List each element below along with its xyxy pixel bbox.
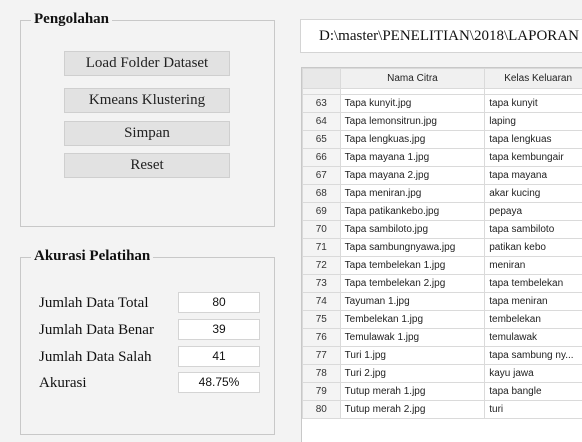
- jumlah-data-salah-label: Jumlah Data Salah: [39, 348, 151, 366]
- row-number: 77: [303, 347, 341, 365]
- row-number-header: [303, 69, 341, 89]
- row-number: 71: [303, 239, 341, 257]
- table-row[interactable]: 67Tapa mayana 2.jpgtapa mayana: [303, 167, 582, 185]
- table-row[interactable]: 64Tapa lemonsitrun.jpglaping: [303, 113, 582, 131]
- row-number: 64: [303, 113, 341, 131]
- table-row[interactable]: 66Tapa mayana 1.jpgtapa kembungair: [303, 149, 582, 167]
- akurasi-pelatihan-title: Akurasi Pelatihan: [31, 247, 153, 265]
- row-number: 74: [303, 293, 341, 311]
- cell-nama-citra[interactable]: Tutup merah 2.jpg: [340, 401, 485, 419]
- results-table[interactable]: Nama Citra Kelas Keluaran 63Tapa kunyit.…: [301, 67, 582, 442]
- cell-kelas-keluaran[interactable]: tapa kunyit: [485, 95, 582, 113]
- cell-kelas-keluaran[interactable]: turi: [485, 401, 582, 419]
- kmeans-klustering-button[interactable]: Kmeans Klustering: [64, 88, 230, 113]
- row-number: 79: [303, 383, 341, 401]
- cell-nama-citra[interactable]: Tapa tembelekan 1.jpg: [340, 257, 485, 275]
- cell-nama-citra[interactable]: Tapa tembelekan 2.jpg: [340, 275, 485, 293]
- pengolahan-title: Pengolahan: [31, 10, 112, 28]
- cell-nama-citra[interactable]: Turi 2.jpg: [340, 365, 485, 383]
- jumlah-data-benar-label: Jumlah Data Benar: [39, 321, 154, 339]
- table-row[interactable]: 79Tutup merah 1.jpgtapa bangle: [303, 383, 582, 401]
- jumlah-data-total-field[interactable]: 80: [178, 292, 260, 313]
- simpan-button[interactable]: Simpan: [64, 121, 230, 146]
- row-number: 66: [303, 149, 341, 167]
- cell-kelas-keluaran[interactable]: akar kucing: [485, 185, 582, 203]
- table-row[interactable]: 71Tapa sambungnyawa.jpgpatikan kebo: [303, 239, 582, 257]
- dataset-path-field[interactable]: D:\master\PENELITIAN\2018\LAPORAN: [300, 19, 582, 53]
- row-number: 73: [303, 275, 341, 293]
- table-row[interactable]: 80Tutup merah 2.jpgturi: [303, 401, 582, 419]
- cell-nama-citra[interactable]: Tapa kunyit.jpg: [340, 95, 485, 113]
- row-number: 78: [303, 365, 341, 383]
- cell-nama-citra[interactable]: Tapa meniran.jpg: [340, 185, 485, 203]
- table-row[interactable]: 75Tembelekan 1.jpgtembelekan: [303, 311, 582, 329]
- cell-kelas-keluaran[interactable]: tembelekan: [485, 311, 582, 329]
- cell-kelas-keluaran[interactable]: tapa sambung ny...: [485, 347, 582, 365]
- table-row[interactable]: 65Tapa lengkuas.jpgtapa lengkuas: [303, 131, 582, 149]
- cell-kelas-keluaran[interactable]: patikan kebo: [485, 239, 582, 257]
- cell-nama-citra[interactable]: Tapa sambiloto.jpg: [340, 221, 485, 239]
- row-number: 76: [303, 329, 341, 347]
- table-row[interactable]: 78Turi 2.jpgkayu jawa: [303, 365, 582, 383]
- row-number: 70: [303, 221, 341, 239]
- column-header-nama-citra[interactable]: Nama Citra: [340, 69, 485, 89]
- row-number: 67: [303, 167, 341, 185]
- jumlah-data-total-label: Jumlah Data Total: [39, 294, 148, 312]
- reset-button[interactable]: Reset: [64, 153, 230, 178]
- akurasi-label: Akurasi: [39, 374, 87, 392]
- akurasi-field[interactable]: 48.75%: [178, 372, 260, 393]
- column-header-kelas-keluaran[interactable]: Kelas Keluaran: [485, 69, 582, 89]
- table-row[interactable]: 77Turi 1.jpgtapa sambung ny...: [303, 347, 582, 365]
- table-row[interactable]: 63Tapa kunyit.jpgtapa kunyit: [303, 95, 582, 113]
- cell-kelas-keluaran[interactable]: tapa lengkuas: [485, 131, 582, 149]
- cell-nama-citra[interactable]: Tapa mayana 2.jpg: [340, 167, 485, 185]
- load-folder-dataset-button[interactable]: Load Folder Dataset: [64, 51, 230, 76]
- jumlah-data-salah-field[interactable]: 41: [178, 346, 260, 367]
- row-number: 72: [303, 257, 341, 275]
- table-row[interactable]: 68Tapa meniran.jpgakar kucing: [303, 185, 582, 203]
- table-header-row: Nama Citra Kelas Keluaran: [303, 69, 582, 89]
- row-number: 69: [303, 203, 341, 221]
- jumlah-data-benar-field[interactable]: 39: [178, 319, 260, 340]
- cell-nama-citra[interactable]: Tapa mayana 1.jpg: [340, 149, 485, 167]
- cell-kelas-keluaran[interactable]: tapa tembelekan: [485, 275, 582, 293]
- cell-kelas-keluaran[interactable]: laping: [485, 113, 582, 131]
- akurasi-pelatihan-group: Akurasi Pelatihan Jumlah Data Total 80 J…: [20, 257, 275, 435]
- table-row[interactable]: 70Tapa sambiloto.jpgtapa sambiloto: [303, 221, 582, 239]
- cell-kelas-keluaran[interactable]: temulawak: [485, 329, 582, 347]
- cell-kelas-keluaran[interactable]: meniran: [485, 257, 582, 275]
- row-number: 68: [303, 185, 341, 203]
- cell-kelas-keluaran[interactable]: tapa sambiloto: [485, 221, 582, 239]
- row-number: 63: [303, 95, 341, 113]
- cell-nama-citra[interactable]: Turi 1.jpg: [340, 347, 485, 365]
- table-row[interactable]: 72Tapa tembelekan 1.jpgmeniran: [303, 257, 582, 275]
- cell-nama-citra[interactable]: Tapa sambungnyawa.jpg: [340, 239, 485, 257]
- cell-kelas-keluaran[interactable]: tapa kembungair: [485, 149, 582, 167]
- cell-nama-citra[interactable]: Tayuman 1.jpg: [340, 293, 485, 311]
- cell-kelas-keluaran[interactable]: tapa mayana: [485, 167, 582, 185]
- cell-nama-citra[interactable]: Temulawak 1.jpg: [340, 329, 485, 347]
- cell-nama-citra[interactable]: Tapa lemonsitrun.jpg: [340, 113, 485, 131]
- table-row[interactable]: 74Tayuman 1.jpgtapa meniran: [303, 293, 582, 311]
- row-number: 65: [303, 131, 341, 149]
- table-row[interactable]: 76Temulawak 1.jpgtemulawak: [303, 329, 582, 347]
- cell-nama-citra[interactable]: Tembelekan 1.jpg: [340, 311, 485, 329]
- table-row[interactable]: 69Tapa patikankebo.jpgpepaya: [303, 203, 582, 221]
- cell-kelas-keluaran[interactable]: tapa meniran: [485, 293, 582, 311]
- cell-nama-citra[interactable]: Tapa patikankebo.jpg: [340, 203, 485, 221]
- pengolahan-group: Pengolahan Load Folder Dataset Kmeans Kl…: [20, 20, 275, 227]
- cell-kelas-keluaran[interactable]: tapa bangle: [485, 383, 582, 401]
- cell-kelas-keluaran[interactable]: pepaya: [485, 203, 582, 221]
- table-row[interactable]: 73Tapa tembelekan 2.jpgtapa tembelekan: [303, 275, 582, 293]
- row-number: 80: [303, 401, 341, 419]
- row-number: 75: [303, 311, 341, 329]
- cell-nama-citra[interactable]: Tutup merah 1.jpg: [340, 383, 485, 401]
- cell-nama-citra[interactable]: Tapa lengkuas.jpg: [340, 131, 485, 149]
- cell-kelas-keluaran[interactable]: kayu jawa: [485, 365, 582, 383]
